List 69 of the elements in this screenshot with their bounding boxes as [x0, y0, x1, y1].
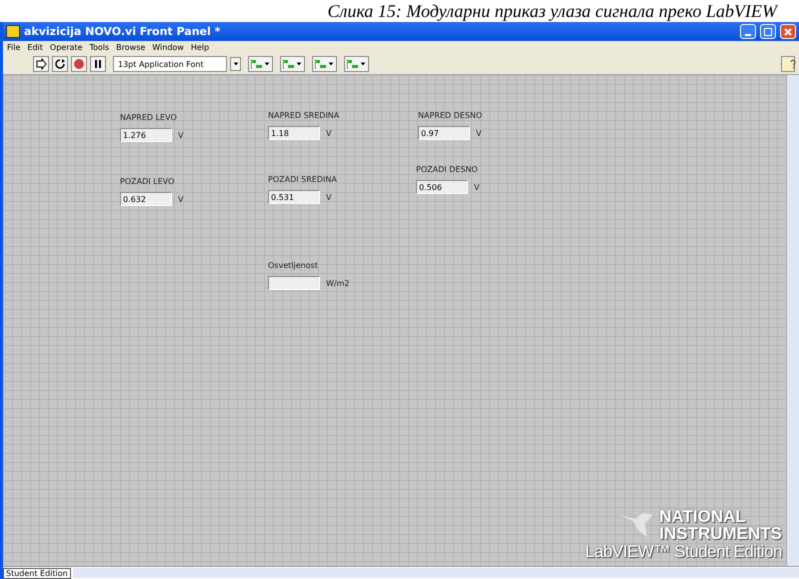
close-icon — [784, 28, 792, 36]
figure-caption: Слика 15: Модуларни приказ улаза сигнала преко LabVIEW — [327, 1, 777, 21]
reorder-button[interactable] — [344, 56, 369, 72]
stop-icon — [73, 58, 85, 70]
numeric-indicator: 0.506 — [416, 180, 468, 194]
minimize-button[interactable] — [740, 24, 756, 39]
arrow-icon — [35, 58, 47, 70]
maximize-icon — [764, 28, 772, 36]
run-continuously-button[interactable] — [52, 56, 68, 72]
run-button[interactable] — [33, 56, 49, 72]
indicator-label: Osvetljenost — [268, 261, 319, 270]
numeric-indicator — [268, 276, 320, 290]
horizontal-scrollbar[interactable] — [72, 568, 799, 578]
vertical-scrollbar[interactable] — [786, 75, 799, 566]
font-selector[interactable]: 13pt Application Font — [113, 56, 227, 72]
logo-text: INSTRUMENTS — [659, 525, 782, 542]
close-button[interactable] — [780, 24, 796, 39]
window-title: akvizicija NOVO.vi Front Panel * — [24, 25, 222, 38]
indicator-label: NAPRED SREDINA — [268, 111, 340, 120]
pause-icon — [92, 58, 104, 70]
bird-logo-icon — [617, 511, 656, 539]
numeric-indicator: 0.531 — [268, 190, 320, 204]
pause-button[interactable] — [90, 56, 106, 72]
indicator-label: NAPRED LEVO — [120, 113, 178, 122]
menu-item[interactable]: Window — [152, 43, 184, 52]
numeric-indicator: 0.632 — [120, 192, 172, 206]
caret-icon — [360, 61, 366, 67]
menu-item[interactable]: Tools — [89, 43, 110, 52]
menu-item[interactable]: Browse — [116, 43, 146, 52]
numeric-indicator: 0.97 — [418, 126, 470, 140]
abort-button[interactable] — [71, 56, 87, 72]
unit-label: W/m2 — [326, 279, 350, 288]
app-icon — [6, 25, 20, 38]
distribute-objects-button[interactable] — [280, 56, 305, 72]
caret-icon — [264, 61, 270, 67]
unit-label: V — [178, 131, 184, 140]
caret-icon — [296, 61, 302, 67]
align-objects-button[interactable] — [248, 56, 273, 72]
menu-item[interactable]: Help — [190, 43, 210, 52]
menu-item[interactable]: Edit — [27, 43, 43, 52]
menu-item[interactable]: Operate — [50, 43, 82, 52]
maximize-button[interactable] — [760, 24, 776, 39]
circular-arrow-icon — [54, 58, 66, 70]
dropdown-button[interactable] — [230, 57, 241, 71]
unit-label: V — [474, 183, 480, 192]
indicator-label: POZADI LEVO — [120, 177, 176, 186]
question-mark-icon — [788, 58, 798, 70]
indicator-label: POZADI SREDINA — [268, 175, 337, 184]
unit-label: V — [476, 129, 482, 138]
numeric-indicator: 1.276 — [120, 128, 172, 142]
edition-text: LabVIEW™ Student Edition — [585, 542, 782, 562]
blocks-icon — [347, 59, 359, 69]
menu-item[interactable]: File — [7, 43, 20, 52]
unit-label: V — [326, 129, 332, 138]
numeric-indicator: 1.18 — [268, 126, 320, 140]
resize-objects-button[interactable] — [312, 56, 337, 72]
help-button[interactable] — [781, 56, 795, 72]
blocks-icon — [251, 59, 263, 69]
indicator-label: POZADI DESNO — [416, 165, 479, 174]
status-label: Student Edition — [3, 568, 71, 578]
indicator-label: NAPRED DESNO — [418, 111, 482, 120]
unit-label: V — [326, 193, 332, 202]
blocks-icon — [283, 59, 295, 69]
caret-icon — [328, 61, 334, 67]
unit-label: V — [178, 195, 184, 204]
caret-icon — [232, 61, 238, 67]
minimize-icon — [745, 34, 751, 36]
logo-text: NATIONAL — [659, 508, 747, 525]
blocks-icon — [315, 59, 327, 69]
